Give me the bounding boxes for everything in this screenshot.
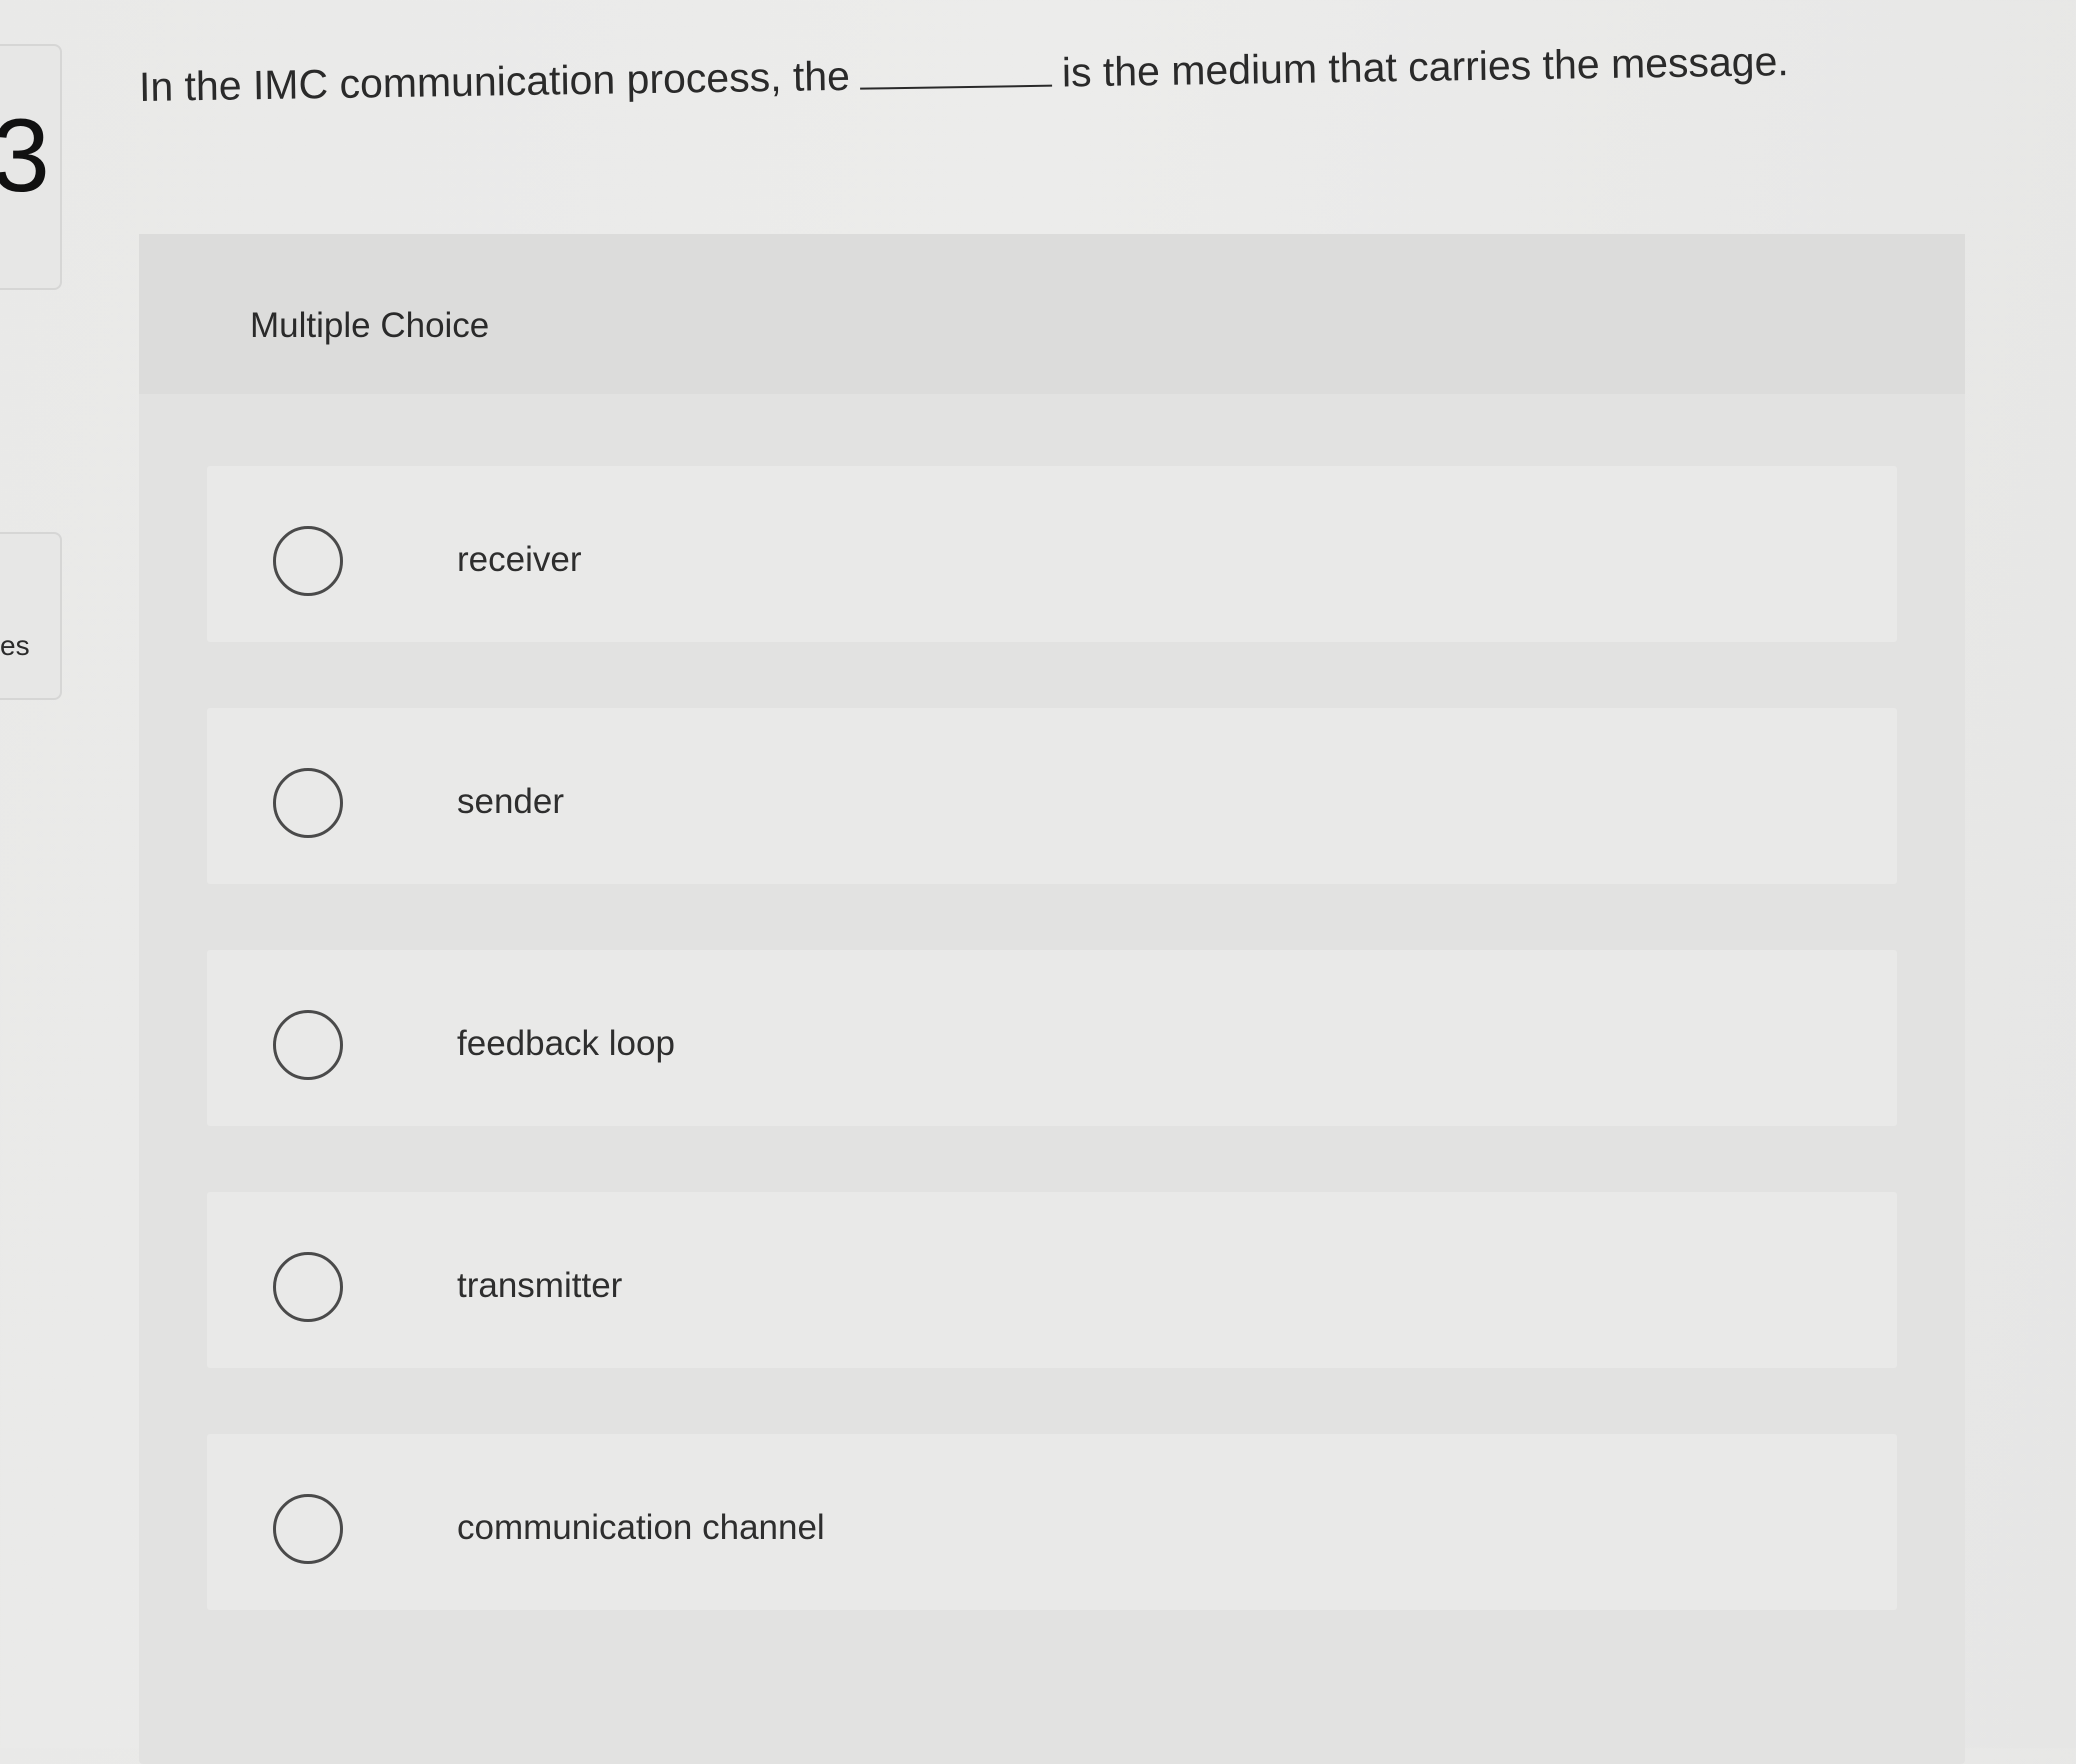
choice-label[interactable]: feedback loop — [457, 1024, 675, 1064]
side-nav-card[interactable] — [0, 532, 62, 700]
choice-option[interactable]: feedback loop — [207, 950, 1897, 1126]
choice-option[interactable]: sender — [207, 708, 1897, 884]
radio-button[interactable] — [273, 1494, 343, 1564]
radio-button[interactable] — [273, 768, 343, 838]
panel-header: Multiple Choice — [139, 234, 1965, 394]
choice-list: receiver sender feedback loop transmitte… — [207, 466, 1897, 1676]
choice-label[interactable]: communication channel — [457, 1508, 825, 1548]
choice-label[interactable]: transmitter — [457, 1266, 622, 1306]
side-nav-label: es — [0, 630, 30, 661]
choice-option[interactable]: receiver — [207, 466, 1897, 642]
question-text-after: is the medium that carries the message. — [1061, 38, 1790, 96]
fill-in-blank — [859, 54, 1053, 90]
question-panel: Multiple Choice receiver sender feedback… — [139, 234, 1965, 1764]
choice-option[interactable]: communication channel — [207, 1434, 1897, 1610]
question-text-before: In the IMC communication process, the — [138, 52, 851, 110]
radio-button[interactable] — [273, 526, 343, 596]
radio-button[interactable] — [273, 1252, 343, 1322]
question-number: 3 — [0, 98, 50, 214]
choice-option[interactable]: transmitter — [207, 1192, 1897, 1368]
choice-label[interactable]: sender — [457, 782, 564, 822]
radio-button[interactable] — [273, 1010, 343, 1080]
question-prompt: In the IMC communication process, the is … — [139, 34, 2020, 111]
question-type-title: Multiple Choice — [250, 306, 490, 345]
choice-label[interactable]: receiver — [457, 540, 581, 580]
